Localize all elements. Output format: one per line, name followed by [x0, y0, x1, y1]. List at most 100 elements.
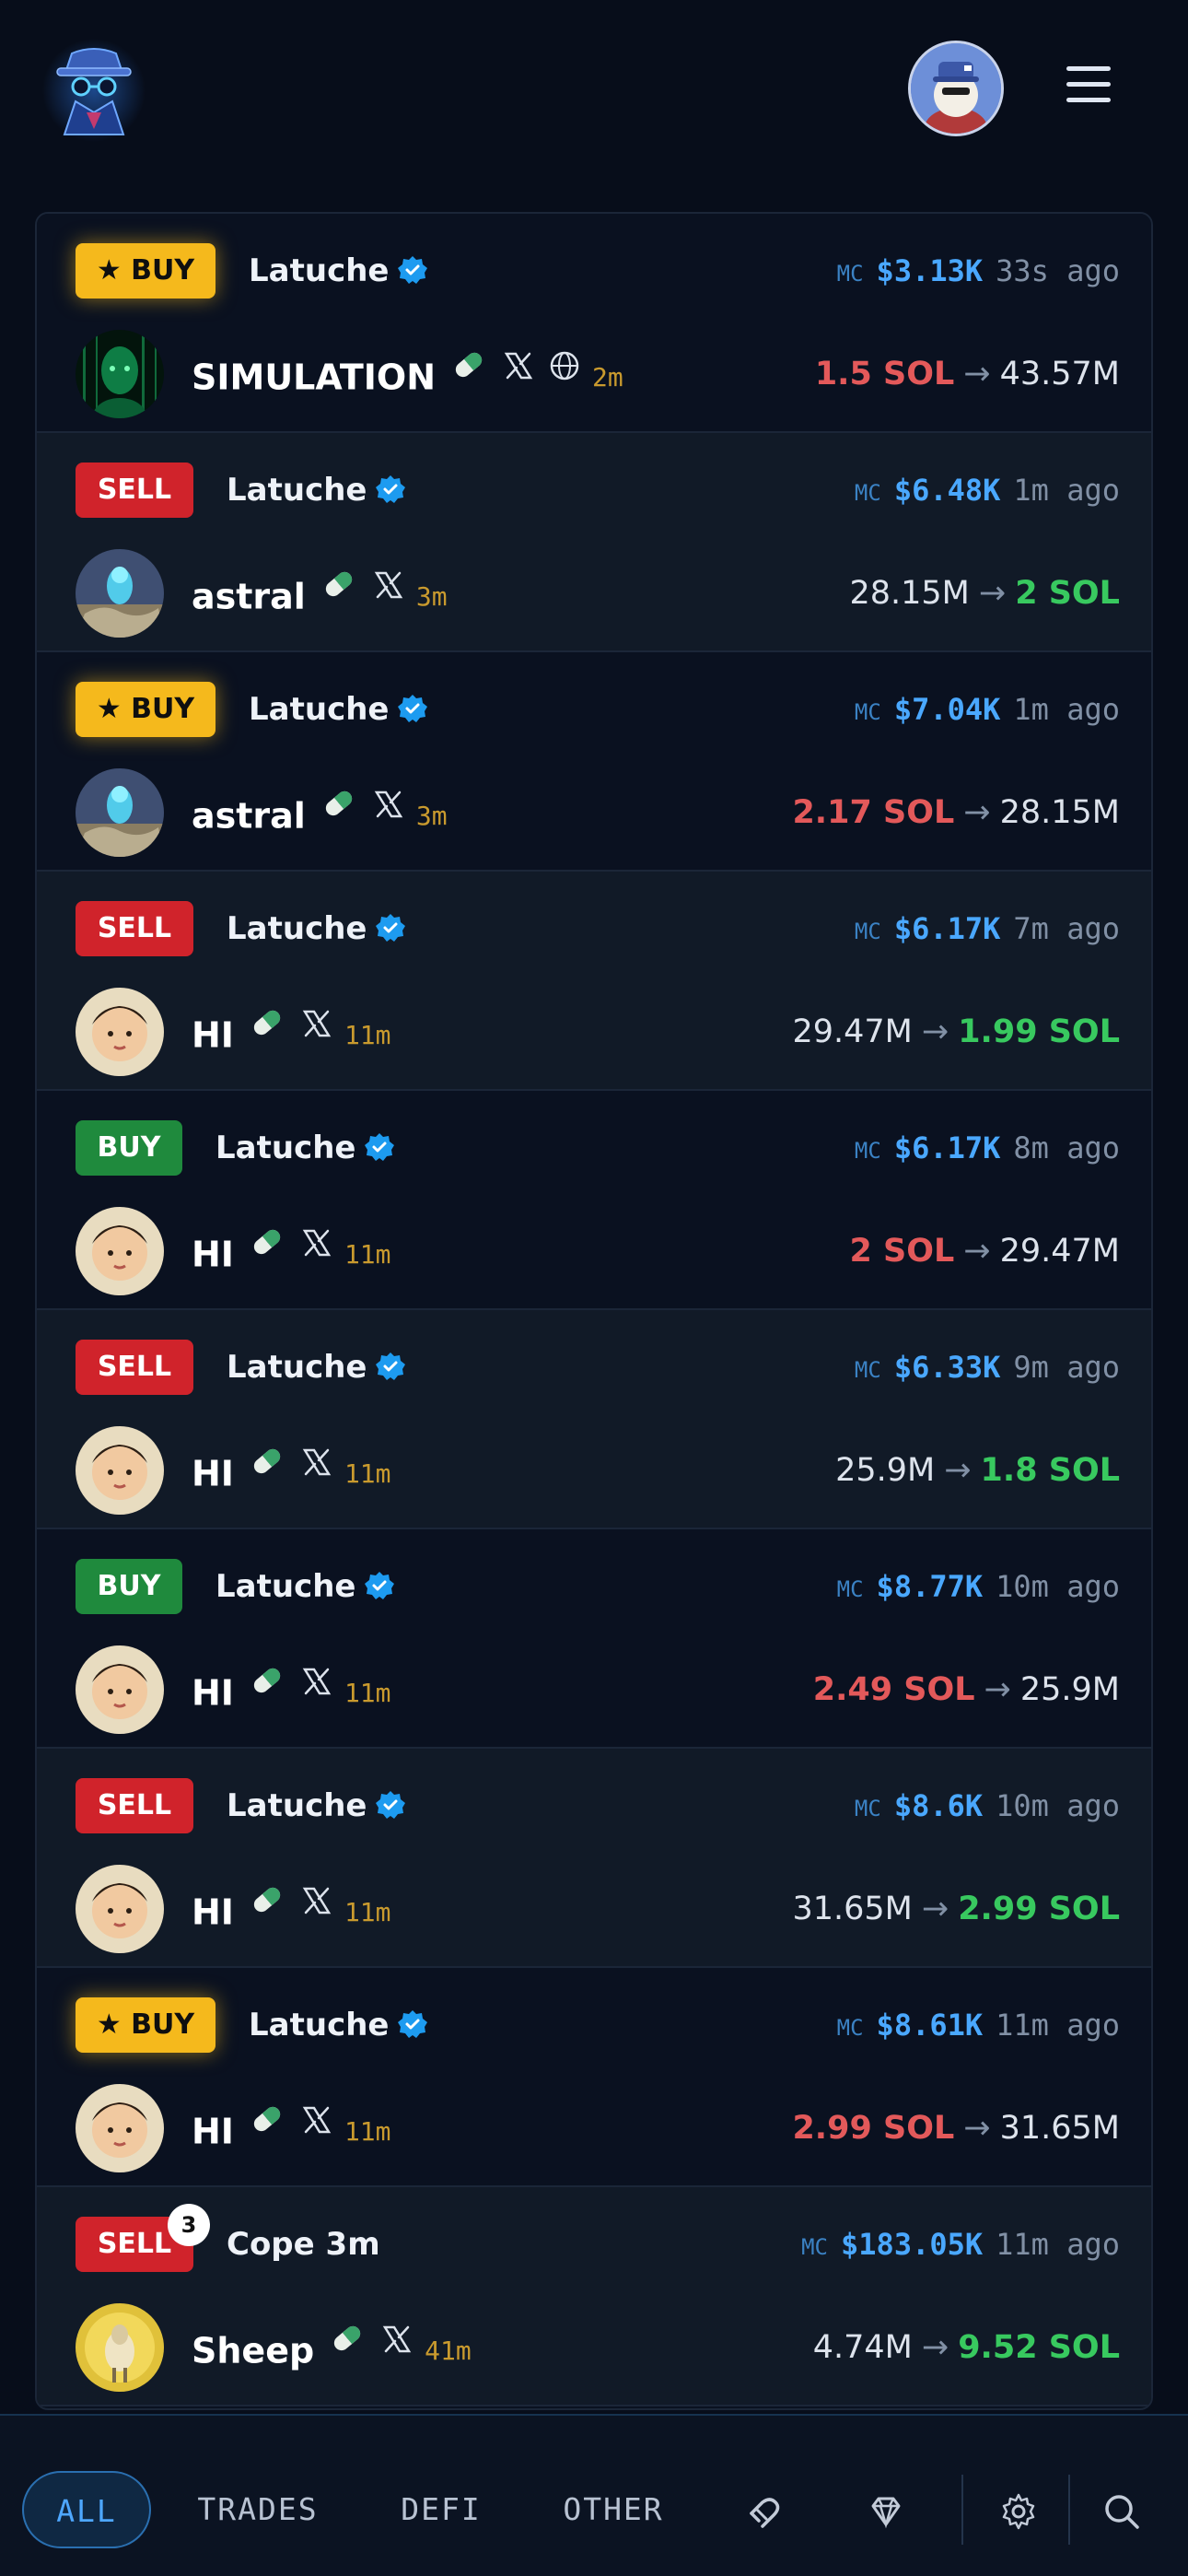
magnet-icon[interactable] [742, 2489, 786, 2534]
tab-trades[interactable]: TRADES [184, 2471, 332, 2548]
token-image[interactable] [76, 330, 164, 418]
pill-icon[interactable] [319, 783, 359, 849]
token-image[interactable] [76, 1645, 164, 1734]
trader-name[interactable]: Latuche [227, 1778, 406, 1833]
trader-name[interactable]: Latuche [215, 1120, 395, 1176]
token-name[interactable]: HI [192, 1673, 234, 1714]
x-icon[interactable] [300, 2102, 333, 2161]
trade-card[interactable]: SELL Latuche MC $6.33K 9m ago HI 11m 25.9M →… [37, 1310, 1151, 1529]
trader-name[interactable]: Latuche [227, 463, 406, 518]
token-name[interactable]: astral [192, 796, 306, 837]
gear-icon[interactable] [996, 2489, 1041, 2534]
token-name[interactable]: Sheep [192, 2331, 314, 2371]
detective-logo-icon[interactable] [39, 33, 149, 144]
x-icon[interactable] [372, 787, 405, 846]
token-image[interactable] [76, 2084, 164, 2172]
app-header [0, 0, 1188, 184]
token-image[interactable] [76, 549, 164, 638]
trade-type-badge: BUY [76, 1120, 182, 1176]
token-name[interactable]: astral [192, 577, 306, 617]
arrow-right-icon: → [963, 2110, 991, 2147]
gem-icon[interactable] [864, 2489, 908, 2534]
pill-icon[interactable] [247, 1660, 287, 1726]
user-avatar[interactable] [908, 41, 1004, 136]
token-name[interactable]: HI [192, 1892, 234, 1933]
verified-icon [375, 475, 405, 503]
trade-to: 2 SOL [1015, 575, 1120, 612]
pill-icon[interactable] [327, 2318, 367, 2383]
x-icon[interactable] [372, 568, 405, 626]
x-icon[interactable] [502, 348, 535, 407]
time-ago: 10m ago [996, 1569, 1120, 1604]
trade-to: 31.65M [999, 2110, 1120, 2147]
verified-icon [364, 1572, 394, 1599]
trade-from: 29.47M [792, 1013, 913, 1050]
token-image[interactable] [76, 768, 164, 857]
x-icon[interactable] [300, 1225, 333, 1284]
token-image[interactable] [76, 1865, 164, 1953]
token-name[interactable]: SIMULATION [192, 357, 436, 398]
globe-icon[interactable] [548, 348, 581, 407]
x-icon[interactable] [300, 1445, 333, 1504]
trade-card[interactable]: ★ BUY Latuche MC $7.04K 1m ago astral 3m 2.… [37, 652, 1151, 872]
pill-icon[interactable] [448, 345, 489, 410]
trade-card[interactable]: ★ BUY Latuche MC $3.13K 33s ago SIMULATION… [37, 214, 1151, 433]
market-cap-value: $8.77K [876, 1569, 984, 1604]
pill-icon[interactable] [247, 2099, 287, 2164]
token-age: 2m [592, 361, 623, 392]
trade-card[interactable]: ★ BUY Latuche MC $8.61K 11m ago HI 11m 2.99… [37, 1968, 1151, 2187]
token-image[interactable] [76, 988, 164, 1076]
trade-from: 2.99 SOL [792, 2110, 955, 2147]
trade-card[interactable]: BUY Latuche MC $8.77K 10m ago HI 11m 2.49 S… [37, 1529, 1151, 1749]
token-name[interactable]: HI [192, 1015, 234, 1056]
x-icon[interactable] [300, 1883, 333, 1942]
pill-icon[interactable] [247, 1222, 287, 1287]
mc-label: MC [854, 919, 881, 944]
trade-amounts: 2.99 SOL → 31.65M [792, 2099, 1120, 2158]
trader-name[interactable]: Latuche [215, 1559, 395, 1614]
token-image[interactable] [76, 2303, 164, 2392]
token-image[interactable] [76, 1207, 164, 1295]
x-icon[interactable] [300, 1006, 333, 1065]
token-info: HI 11m [192, 1660, 391, 1719]
hamburger-menu-icon[interactable] [1066, 66, 1111, 103]
market-cap-row: MC $183.05K 11m ago [801, 2217, 1120, 2272]
trade-card[interactable]: SELL Latuche MC $6.48K 1m ago astral 3m 28.… [37, 433, 1151, 652]
token-info: HI 11m [192, 1002, 391, 1061]
pill-icon[interactable] [247, 1002, 287, 1068]
trade-card[interactable]: SELL Latuche MC $6.17K 7m ago HI 11m 29.47M… [37, 872, 1151, 1091]
search-icon[interactable] [1100, 2489, 1144, 2534]
token-name[interactable]: HI [192, 1235, 234, 1275]
token-age: 3m [415, 800, 448, 831]
token-age: 11m [344, 1019, 391, 1050]
trader-name[interactable]: Latuche [249, 243, 428, 299]
trade-type-badge: ★ BUY [76, 243, 215, 299]
pill-icon[interactable] [247, 1879, 287, 1945]
trade-type-badge: SELL [76, 1340, 193, 1395]
pill-icon[interactable] [247, 1441, 287, 1506]
x-icon[interactable] [300, 1664, 333, 1723]
tab-all[interactable]: ALL [22, 2471, 151, 2548]
x-icon[interactable] [380, 2322, 413, 2381]
trader-name[interactable]: Cope 3m [227, 2217, 380, 2272]
trade-card[interactable]: SELL 3 Cope 3m MC $183.05K 11m ago Sheep 41… [37, 2187, 1151, 2406]
tab-other[interactable]: OTHER [549, 2471, 678, 2548]
trader-name[interactable]: Latuche [249, 682, 428, 737]
trade-card[interactable]: BUY Latuche MC $6.17K 8m ago HI 11m 2 SOL → 2… [37, 1091, 1151, 1310]
trade-amounts: 28.15M → 2 SOL [849, 564, 1120, 623]
token-name[interactable]: HI [192, 2112, 234, 2152]
mc-label: MC [836, 1576, 864, 1602]
trade-card[interactable]: SELL Latuche MC $8.6K 10m ago HI 11m 31.65M… [37, 1749, 1151, 1968]
tab-defi[interactable]: DEFI [387, 2471, 495, 2548]
market-cap-row: MC $8.61K 11m ago [837, 1997, 1120, 2053]
token-image[interactable] [76, 1426, 164, 1515]
verified-icon [375, 1791, 405, 1819]
trader-name[interactable]: Latuche [227, 1340, 406, 1395]
trader-name[interactable]: Latuche [227, 901, 406, 956]
trader-name[interactable]: Latuche [249, 1997, 428, 2053]
market-cap-row: MC $6.17K 8m ago [855, 1120, 1120, 1176]
token-name[interactable]: HI [192, 1454, 234, 1494]
arrow-right-icon: → [978, 575, 1007, 612]
nav-divider [961, 2475, 963, 2545]
pill-icon[interactable] [319, 564, 359, 629]
